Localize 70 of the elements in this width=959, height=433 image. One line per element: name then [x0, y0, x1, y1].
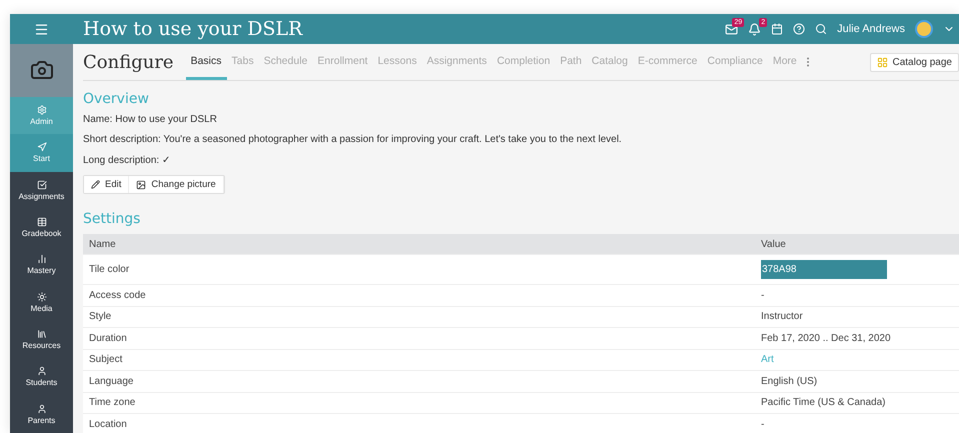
tab[interactable]: Path: [555, 44, 587, 80]
description-text: Short description: You're a seasoned photographer with a passion for improving your craft. Let's take you to the next level.: [83, 134, 623, 145]
tab[interactable]: Completion: [492, 44, 556, 80]
tab[interactable]: Assignments: [422, 44, 492, 80]
edit-button[interactable]: Edit: [84, 176, 130, 193]
nav-label: Gradebook: [22, 229, 62, 238]
nav-label: Mastery: [27, 266, 56, 276]
page-title: Configure: [83, 52, 174, 72]
grid-icon: [876, 56, 888, 68]
nav-label: Resources: [22, 341, 61, 350]
tab[interactable]: E-commerce: [632, 44, 702, 80]
tab[interactable]: More: [768, 44, 802, 80]
calendar-icon[interactable]: [771, 23, 784, 35]
sidebar-item[interactable]: Start: [10, 134, 73, 172]
nav-label: Media: [30, 304, 52, 313]
table-cell-text: Subject: [88, 354, 124, 366]
table-cell-text: Tile color: [88, 264, 130, 275]
nav-icon: [36, 366, 46, 376]
nav-icon: [36, 329, 46, 340]
table-cell-text: Duration: [88, 332, 128, 344]
section-heading: Settings: [83, 211, 142, 227]
nav-label: Admin: [30, 116, 53, 126]
menu-icon[interactable]: [34, 22, 49, 36]
pencil-icon: [91, 180, 100, 189]
tab[interactable]: Enrollment: [312, 44, 373, 80]
nav-icon: [36, 217, 46, 228]
table-cell-text: Time zone: [88, 397, 136, 408]
table-cell-text: Language: [88, 376, 134, 387]
tab[interactable]: Catalog: [586, 44, 633, 80]
table-cell: -: [761, 418, 764, 430]
section-heading: Overview: [83, 91, 150, 107]
help-icon[interactable]: [793, 23, 806, 35]
column-header: Value: [760, 238, 787, 250]
table-cell: -: [761, 290, 764, 301]
table-cell: English (US): [761, 376, 818, 387]
nav-label: Parents: [28, 416, 56, 425]
nav-icon: [36, 180, 46, 190]
table-cell: Instructor: [761, 311, 803, 322]
tab[interactable]: Compliance: [702, 44, 768, 80]
mail-icon[interactable]: [725, 22, 738, 36]
nav-label: Start: [33, 154, 50, 164]
tab[interactable]: Tabs: [226, 44, 259, 80]
nav-icon: [36, 254, 46, 264]
avatar[interactable]: [915, 20, 933, 38]
nav-label: Students: [26, 378, 58, 388]
description-text: Name: How to use your DSLR: [83, 114, 218, 125]
table-cell-text: Style: [88, 311, 112, 322]
nav-label: Assignments: [18, 192, 64, 201]
subject-link[interactable]: Art: [761, 354, 774, 366]
description-text: Long description: ✓: [83, 154, 171, 166]
nav-icon: [36, 292, 46, 302]
search-icon[interactable]: [815, 23, 828, 35]
tab[interactable]: Basics: [186, 44, 227, 80]
catalog-page-button[interactable]: Catalog page: [870, 52, 959, 72]
nav-icon: [36, 404, 46, 414]
user-name[interactable]: Julie Andrews: [837, 23, 905, 35]
nav-icon: [36, 104, 46, 115]
color-field[interactable]: 378A98: [761, 260, 887, 279]
bell-icon[interactable]: [748, 22, 762, 36]
course-title: How to use your DSLR: [83, 18, 304, 40]
tab[interactable]: Schedule: [258, 44, 313, 80]
image-icon: [136, 180, 146, 190]
table-cell: Feb 17, 2020 .. Dec 31, 2020: [761, 332, 891, 344]
tab[interactable]: Lessons: [372, 44, 422, 80]
table-cell: Pacific Time (US & Canada): [761, 397, 886, 408]
table-cell-text: Location: [88, 418, 128, 430]
table-cell-text: Access code: [88, 290, 147, 301]
nav-icon: [36, 142, 46, 152]
column-header: Name: [88, 238, 117, 250]
sidebar-item[interactable]: Admin: [10, 96, 73, 134]
